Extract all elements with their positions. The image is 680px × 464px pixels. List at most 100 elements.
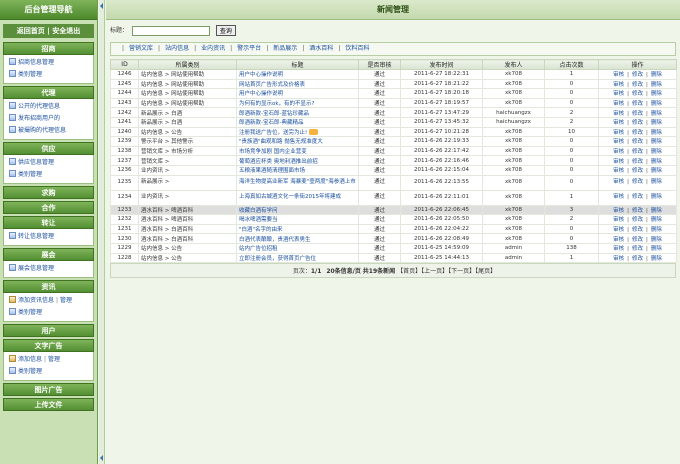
sidebar-item[interactable]: 被撮购的代理信息: [4, 125, 93, 137]
news-title-link[interactable]: 海洋生物提高业新军 海暴麦"壹两度"海参酒上市: [239, 179, 356, 185]
tab-2[interactable]: 业内资讯: [201, 45, 225, 52]
edit-link[interactable]: 修改: [632, 139, 643, 145]
news-title-link[interactable]: 收藏白酒有学问: [239, 208, 278, 214]
edit-link[interactable]: 修改: [632, 246, 643, 252]
tab-1[interactable]: 站内信息: [165, 45, 189, 52]
edit-link[interactable]: 修改: [632, 91, 643, 97]
sidebar-item-label[interactable]: 公开的代理信息: [18, 103, 60, 110]
table-row[interactable]: 1231 酒水百科 > 白酒百科 "白酒"名字的由来 通过 2011-6-26 22:0…: [110, 223, 677, 235]
delete-link[interactable]: 删除: [651, 82, 662, 88]
news-title-link[interactable]: 用户中心操作说明: [239, 91, 283, 97]
approve-link[interactable]: 审核: [613, 168, 624, 174]
sidebar-item-label[interactable]: 添加信息: [18, 356, 42, 363]
search-button[interactable]: 查询: [215, 25, 236, 36]
next-page-link[interactable]: 【下一页】: [448, 268, 475, 275]
edit-link[interactable]: 修改: [632, 120, 643, 126]
tab-4[interactable]: 新品展示: [273, 45, 297, 52]
edit-link[interactable]: 修改: [632, 168, 643, 174]
sidebar-item-label[interactable]: 被撮购的代理信息: [18, 127, 66, 134]
approve-link[interactable]: 审核: [613, 111, 624, 117]
delete-link[interactable]: 删除: [651, 139, 662, 145]
edit-link[interactable]: 修改: [632, 159, 643, 165]
approve-link[interactable]: 审核: [613, 246, 624, 252]
table-row[interactable]: 1229 站内信息 > 公告 站内广告位招租 通过 2011-6-25 14:59:09…: [110, 242, 677, 254]
sidebar-item-label[interactable]: 转让信息管理: [18, 233, 54, 240]
approve-link[interactable]: 审核: [613, 237, 624, 243]
delete-link[interactable]: 删除: [651, 237, 662, 243]
tab-0[interactable]: 营销文库: [129, 45, 153, 52]
sidebar-item-label[interactable]: 类别管理: [18, 368, 42, 375]
table-row[interactable]: 1230 酒水百科 > 白酒百科 白酒代表酿酿，贵酒代表男生 通过 2011-6-26 …: [110, 233, 677, 244]
approve-link[interactable]: 审核: [613, 159, 624, 165]
edit-link[interactable]: 修改: [632, 149, 643, 155]
home-link[interactable]: 返回首页: [17, 27, 45, 35]
delete-link[interactable]: 删除: [651, 168, 662, 174]
delete-link[interactable]: 删除: [651, 130, 662, 136]
news-title-link[interactable]: 为何有的显示ok，有的不显示?: [239, 101, 314, 107]
news-title-link[interactable]: 网站首页广告形式及价格表: [239, 82, 305, 88]
sidebar-item-manage-link[interactable]: 管理: [48, 356, 60, 363]
sidebar-section-header[interactable]: 转让: [3, 216, 94, 229]
table-row[interactable]: 1232 酒水百科 > 啤酒百科 喝冰啤酒需要当 通过 2011-6-26 22:05:…: [110, 214, 677, 225]
news-title-link[interactable]: 郎酒新款-宝石郎-蓝钻珍藏品: [239, 111, 309, 117]
approve-link[interactable]: 审核: [613, 120, 624, 126]
sidebar-item-label[interactable]: 供应信息管理: [18, 159, 54, 166]
collapse-arrow-icon[interactable]: [100, 455, 103, 461]
news-title-link[interactable]: 喝冰啤酒需要当: [239, 217, 278, 223]
tab-6[interactable]: 饮料百科: [345, 45, 369, 52]
approve-link[interactable]: 审核: [613, 139, 624, 145]
table-row[interactable]: 1238 营销文库 > 市场分析 市场竞争加剧 国内企业营变 通过 2011-6-26 …: [110, 145, 677, 157]
news-title-link[interactable]: "贵族酒"曲观和路 抛售无规准度大: [239, 139, 323, 145]
news-title-link[interactable]: 五粮液果酒随清理围面市场: [239, 168, 305, 174]
delete-link[interactable]: 删除: [651, 208, 662, 214]
sidebar-item-label[interactable]: 类别管理: [18, 309, 42, 316]
tab-5[interactable]: 酒水百科: [309, 45, 333, 52]
tab-3[interactable]: 警示平台: [237, 45, 261, 52]
table-row[interactable]: 1235 新品展示 > 海洋生物提高业新军 海暴麦"壹两度"海参酒上市 通过 2011-…: [110, 174, 677, 191]
collapse-arrow-icon[interactable]: [100, 3, 103, 9]
sidebar-section-header[interactable]: 求购: [3, 186, 94, 199]
approve-link[interactable]: 审核: [613, 101, 624, 107]
approve-link[interactable]: 审核: [613, 149, 624, 155]
news-title-link[interactable]: 注册我送广告位，送完为止!: [239, 130, 307, 136]
approve-link[interactable]: 审核: [613, 130, 624, 136]
table-row[interactable]: 1233 酒水百科 > 啤酒百科 收藏白酒有学问 通过 2011-6-26 22:06:…: [110, 204, 677, 216]
table-row[interactable]: 1243 站内信息 > 网站使用帮助 为何有的显示ok，有的不显示? 通过 2011-6…: [110, 97, 677, 109]
sidebar-item[interactable]: 类别管理: [4, 169, 93, 181]
approve-link[interactable]: 审核: [613, 179, 624, 185]
last-page-link[interactable]: 【尾页】: [475, 268, 496, 275]
news-title-link[interactable]: 葡萄酒应杯类 奥地利酒推出前招: [239, 159, 318, 165]
sidebar-section-header[interactable]: 代理: [3, 86, 94, 99]
sidebar-section-header[interactable]: 上传文件: [3, 398, 94, 411]
sidebar-item[interactable]: 类别管理: [4, 366, 93, 378]
logout-link[interactable]: 安全退出: [52, 27, 80, 35]
edit-link[interactable]: 修改: [632, 227, 643, 233]
table-row[interactable]: 1242 新品展示 > 白酒 郎酒新款-宝石郎-蓝钻珍藏品 通过 2011-6-27 1…: [110, 107, 677, 118]
sidebar-item[interactable]: 转让信息管理: [4, 231, 93, 243]
sidebar-item-label[interactable]: 类别管理: [18, 71, 42, 78]
sidebar-section-header[interactable]: 合作: [3, 201, 94, 214]
edit-link[interactable]: 修改: [632, 237, 643, 243]
search-input[interactable]: [131, 25, 210, 36]
approve-link[interactable]: 审核: [613, 72, 624, 78]
approve-link[interactable]: 审核: [613, 194, 624, 200]
prev-page-link[interactable]: 【上一页】: [421, 268, 448, 275]
delete-link[interactable]: 删除: [651, 217, 662, 223]
delete-link[interactable]: 删除: [651, 101, 662, 107]
sidebar-item-label[interactable]: 添加资讯信息: [18, 297, 54, 304]
table-row[interactable]: 1246 站内信息 > 网站使用帮助 用户中心操作说明 通过 2011-6-27 18:…: [110, 69, 677, 80]
delete-link[interactable]: 删除: [651, 179, 662, 185]
edit-link[interactable]: 修改: [632, 111, 643, 117]
sidebar-item[interactable]: 供应信息管理: [4, 157, 93, 169]
delete-link[interactable]: 删除: [651, 111, 662, 117]
delete-link[interactable]: 删除: [651, 246, 662, 252]
edit-link[interactable]: 修改: [632, 208, 643, 214]
edit-link[interactable]: 修改: [632, 82, 643, 88]
table-row[interactable]: 1245 站内信息 > 网站使用帮助 网站首页广告形式及价格表 通过 2011-6-27…: [110, 78, 677, 90]
sidebar-splitter[interactable]: [99, 0, 105, 464]
table-row[interactable]: 1244 站内信息 > 网站使用帮助 用户中心操作说明 通过 2011-6-27 18:…: [110, 88, 677, 99]
delete-link[interactable]: 删除: [651, 227, 662, 233]
table-row[interactable]: 1237 营销文库 > 葡萄酒应杯类 奥地利酒推出前招 通过 2011-6-26 22:…: [110, 155, 677, 166]
sidebar-item[interactable]: 展会信息管理: [4, 263, 93, 275]
sidebar-item[interactable]: 类别管理: [4, 69, 93, 81]
